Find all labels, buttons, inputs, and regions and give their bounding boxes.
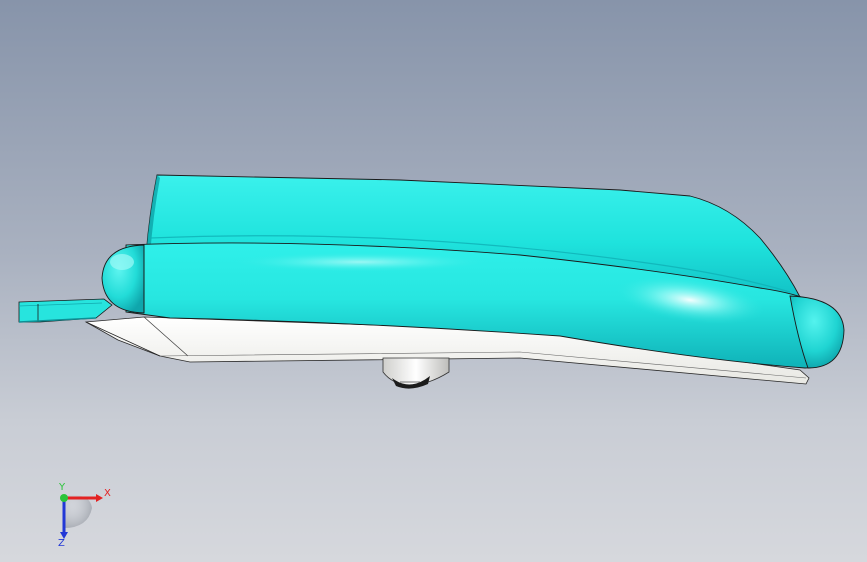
x-axis-label: X <box>104 488 111 499</box>
y-axis-label: Y <box>58 482 66 493</box>
model-view[interactable] <box>0 0 867 562</box>
left-tab <box>18 298 113 323</box>
bottom-boss <box>382 357 450 389</box>
graphics-viewport[interactable]: X Y Z <box>0 0 867 562</box>
y-axis-dot <box>60 494 68 502</box>
z-axis-label: Z <box>58 538 65 548</box>
view-orientation-triad[interactable]: X Y Z <box>44 478 124 549</box>
